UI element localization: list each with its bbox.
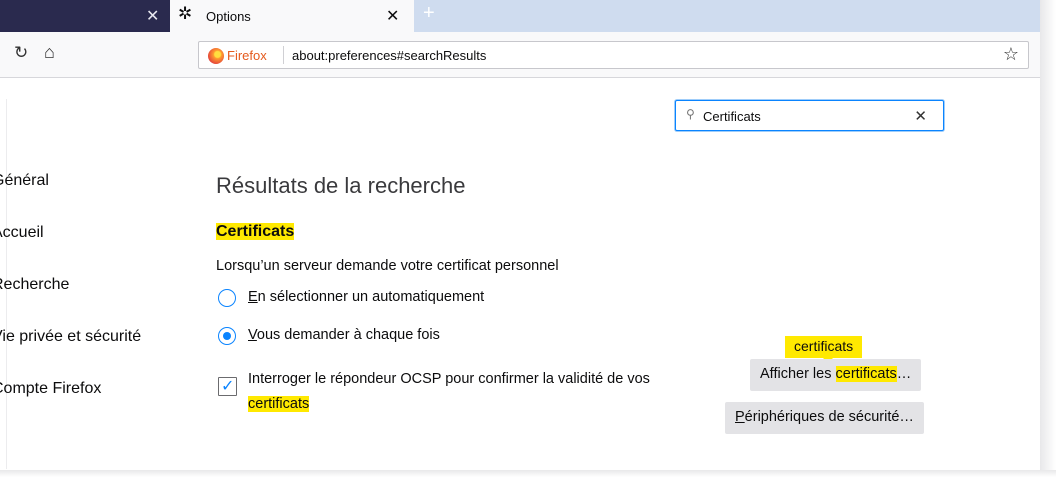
home-icon[interactable]: ⌂: [44, 42, 55, 63]
ocsp-label-text: Interroger le répondeur OCSP pour confir…: [248, 371, 650, 387]
url-separator: [283, 46, 284, 64]
radio-select-automatically[interactable]: [218, 289, 236, 307]
tab-options[interactable]: ✲ Options ✕: [170, 0, 414, 32]
button-label-prefix: Afficher les: [760, 366, 836, 382]
window-shadow-bottom: [0, 470, 1056, 477]
radio-select-automatically-label[interactable]: En sélectionner un automatiquement: [248, 289, 484, 305]
view-certificates-button[interactable]: Afficher les certificats…: [750, 359, 922, 391]
close-icon[interactable]: ✕: [146, 6, 159, 26]
section-title: Certificats: [216, 223, 295, 241]
preferences-page: ⚲ Certificats ✕ Général Accueil Recherch…: [0, 79, 1040, 470]
security-devices-button[interactable]: Périphériques de sécurité…: [725, 402, 924, 434]
ocsp-checkbox[interactable]: ✓: [218, 377, 237, 396]
firefox-logo-icon: [208, 48, 224, 64]
sidebar-item-label: Compte Firefox: [0, 380, 102, 397]
sidebar-item-sync[interactable]: Compte Firefox: [0, 380, 109, 398]
button-label-suffix: …: [896, 366, 912, 382]
url-bar[interactable]: Firefox about:preferences#searchResults …: [198, 41, 1029, 69]
window-shadow-right: [1040, 0, 1056, 477]
sidebar-item-search[interactable]: Recherche: [0, 276, 77, 294]
gear-icon: ✲: [178, 4, 193, 23]
access-key: P: [735, 409, 745, 425]
close-icon[interactable]: ✕: [386, 6, 399, 26]
nav-bar: ↻ ⌂ Firefox about:preferences#searchResu…: [0, 32, 1040, 78]
sidebar-item-general[interactable]: Général: [0, 172, 57, 190]
ocsp-label-highlight: certificats: [248, 396, 310, 412]
new-tab-button[interactable]: +: [423, 2, 435, 25]
tab-background[interactable]: ✕: [0, 0, 170, 32]
checkmark-icon: ✓: [221, 378, 235, 395]
search-icon: ⚲: [686, 107, 695, 121]
url-text[interactable]: about:preferences#searchResults: [292, 48, 486, 63]
identity-label[interactable]: Firefox: [227, 48, 267, 63]
section-description: Lorsqu’un serveur demande votre certific…: [216, 258, 559, 274]
sidebar-item-label: Vie privée et sécurité: [0, 328, 142, 345]
page-title: Résultats de la recherche: [216, 173, 466, 198]
search-tooltip: certificats: [785, 336, 863, 363]
radio-label-text: ous demander à chaque fois: [256, 327, 440, 343]
radio-label-text: n sélectionner un automatiquement: [257, 289, 485, 305]
search-query[interactable]: Certificats: [703, 109, 761, 124]
sidebar-item-label: Général: [0, 172, 49, 189]
sidebar-item-privacy[interactable]: Vie privée et sécurité: [0, 328, 149, 346]
ocsp-checkbox-label[interactable]: Interroger le répondeur OCSP pour confir…: [248, 367, 718, 417]
bookmark-star-icon[interactable]: ☆: [1003, 44, 1019, 65]
sidebar-item-home[interactable]: Accueil: [0, 224, 52, 242]
radio-ask-every-time-label[interactable]: Vous demander à chaque fois: [248, 327, 440, 343]
tab-strip: ✕ ✲ Options ✕ +: [0, 0, 1040, 32]
search-input[interactable]: ⚲ Certificats ✕: [675, 100, 944, 131]
section-title-text: Certificats: [216, 223, 295, 240]
reload-icon[interactable]: ↻: [14, 43, 28, 63]
sidebar-item-label: Accueil: [0, 224, 44, 241]
button-label-text: ériphériques de sécurité…: [744, 409, 914, 425]
sidebar-item-label: Recherche: [0, 276, 70, 293]
access-key: V: [248, 327, 257, 343]
clear-search-icon[interactable]: ✕: [914, 107, 927, 125]
button-label-highlight: certificats: [835, 366, 897, 382]
tab-title: Options: [206, 9, 251, 24]
browser-window: ✕ ✲ Options ✕ + ↻ ⌂ Firefox about:prefer…: [0, 0, 1040, 470]
radio-ask-every-time[interactable]: [218, 327, 236, 345]
access-key: E: [248, 289, 258, 305]
